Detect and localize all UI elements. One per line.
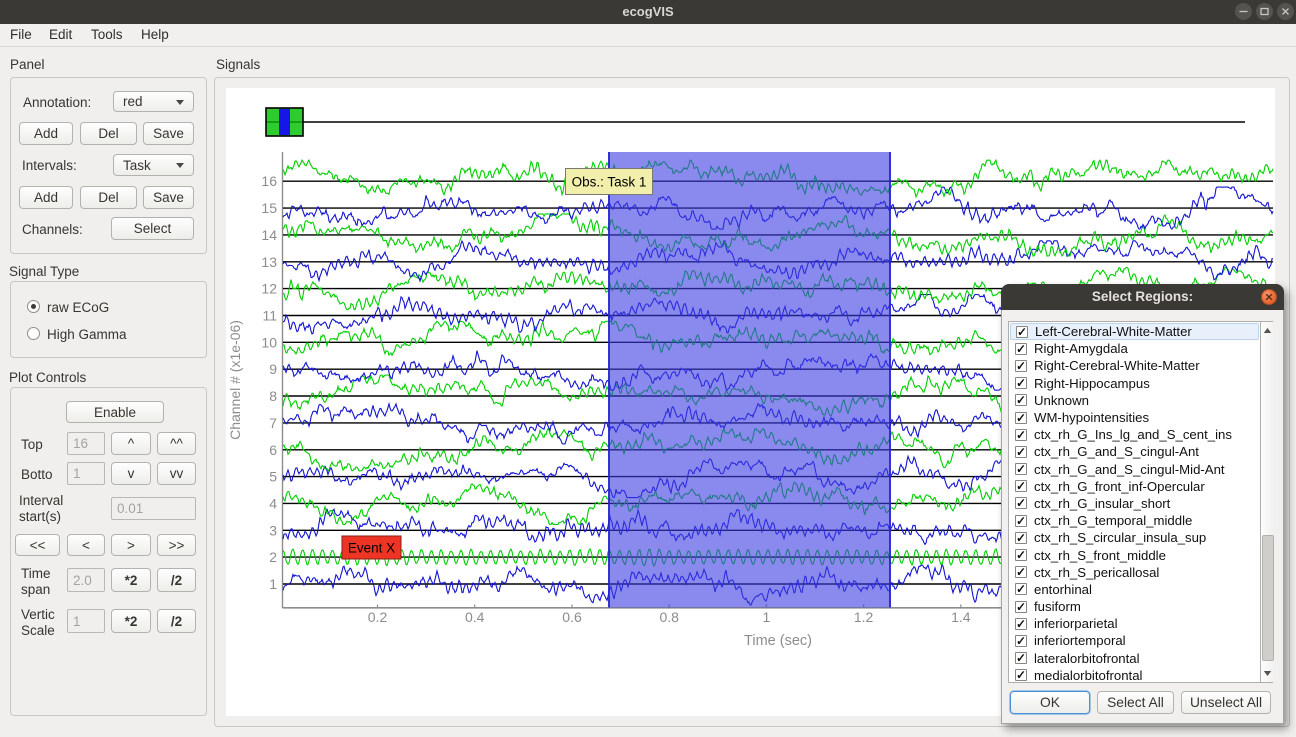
svg-text:12: 12 xyxy=(261,281,277,297)
svg-text:3: 3 xyxy=(269,522,277,538)
svg-text:Channel # (x1e-06): Channel # (x1e-06) xyxy=(227,320,243,440)
svg-text:13: 13 xyxy=(261,254,277,270)
svg-text:10: 10 xyxy=(261,334,277,350)
svg-text:0.2: 0.2 xyxy=(368,609,388,625)
svg-text:4: 4 xyxy=(269,495,277,511)
svg-text:0.6: 0.6 xyxy=(562,609,582,625)
svg-text:7: 7 xyxy=(269,415,277,431)
svg-text:1.4: 1.4 xyxy=(951,609,971,625)
svg-text:1: 1 xyxy=(269,576,277,592)
svg-text:Obs.: Task 1: Obs.: Task 1 xyxy=(572,175,647,190)
svg-text:8: 8 xyxy=(269,388,277,404)
svg-text:11: 11 xyxy=(262,308,277,324)
svg-text:Event X: Event X xyxy=(348,541,395,556)
svg-text:5: 5 xyxy=(269,469,277,485)
svg-text:0.4: 0.4 xyxy=(465,609,485,625)
svg-text:6: 6 xyxy=(269,442,277,458)
svg-text:1.2: 1.2 xyxy=(854,609,874,625)
svg-text:0.8: 0.8 xyxy=(659,609,679,625)
svg-text:16: 16 xyxy=(261,173,277,189)
svg-text:1: 1 xyxy=(763,609,771,625)
svg-text:2: 2 xyxy=(269,549,277,565)
svg-text:15: 15 xyxy=(261,200,277,216)
svg-text:14: 14 xyxy=(261,227,277,243)
svg-text:Time (sec): Time (sec) xyxy=(744,633,812,649)
svg-text:9: 9 xyxy=(269,361,277,377)
